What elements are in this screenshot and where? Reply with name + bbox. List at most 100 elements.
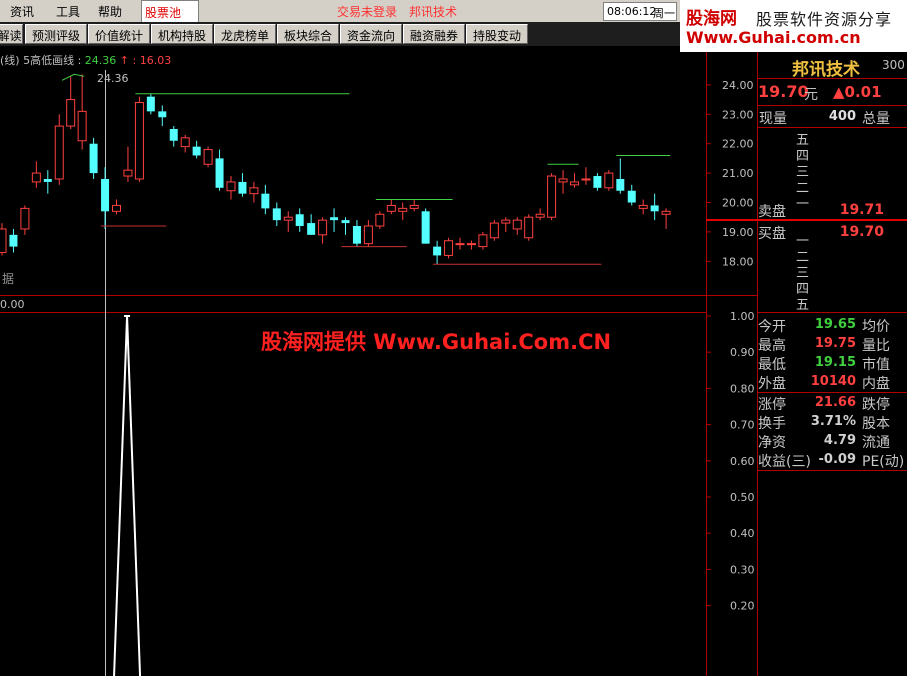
- stat-outer-value: 10140: [810, 374, 856, 389]
- candle-body-up: [455, 243, 465, 246]
- candle-body-down: [238, 181, 247, 194]
- stat-open-value: 19.65: [814, 317, 856, 332]
- candle-body-up: [409, 204, 419, 209]
- candle-body-down: [169, 129, 178, 141]
- candle-body-up: [203, 149, 213, 165]
- candle-body-down: [433, 246, 442, 256]
- stat-turnover-value: 3.71%: [810, 414, 856, 429]
- candle-body-down: [341, 220, 350, 224]
- stat-high-label: 最高: [758, 338, 786, 354]
- candle-body-down: [330, 217, 339, 221]
- candle-body-down: [421, 211, 430, 244]
- sub-y-ticks: 1.00 0.90 0.80 0.70 0.60 0.50 0.40 0.30 0.20: [706, 310, 755, 613]
- sep3: [758, 127, 907, 128]
- quote-panel: 邦讯技术 300 19.70 元 ▲0.01 现量 400 总量 五 四 三 二…: [706, 52, 907, 676]
- cur-vol-value: 400: [828, 109, 856, 124]
- sep6: [758, 470, 907, 471]
- candle-body-up: [466, 243, 476, 246]
- stat-netasset-label: 净资: [758, 435, 786, 451]
- stat-eps-value: -0.09: [818, 452, 856, 467]
- stat-eps-label: 收益(三): [758, 454, 811, 470]
- candle-body-down: [650, 205, 659, 212]
- y-tick-label: 20.00: [722, 197, 754, 210]
- candle-body-up: [66, 99, 76, 127]
- stat-low-value: 19.15: [814, 355, 856, 370]
- sub-tick-label: 0.40: [730, 527, 755, 540]
- candle-body-up: [249, 187, 259, 195]
- sub-tick-label: 0.50: [730, 491, 755, 504]
- bid-label: 买盘: [758, 226, 786, 242]
- candle-body-up: [363, 225, 373, 245]
- stat-low-label: 最低: [758, 357, 786, 373]
- candle-body-up: [134, 102, 144, 180]
- y-tick-label: 18.00: [722, 255, 754, 268]
- candle-body-down: [295, 214, 304, 227]
- stat-open-label: 今开: [758, 319, 786, 335]
- candle-body-up: [318, 219, 328, 236]
- indicator-group: [113, 315, 142, 676]
- ask-price: 19.71: [839, 202, 884, 218]
- price-unit: 元: [804, 87, 818, 103]
- stat-inner-label: 内盘: [862, 376, 890, 392]
- candle-body-up: [444, 240, 454, 256]
- candle-body-down: [146, 96, 155, 112]
- stat-limitup-value: 21.66: [814, 395, 856, 410]
- candle-body-down: [89, 143, 98, 174]
- indicator-spike: [113, 315, 142, 676]
- candle-body-up: [478, 234, 488, 248]
- peak-marker: [61, 73, 85, 81]
- candle-body-down: [627, 190, 636, 203]
- candle-body-down: [593, 176, 602, 188]
- candle-body-down: [192, 146, 201, 156]
- candle-body-up: [283, 216, 293, 221]
- stat-shares-label: 股本: [862, 416, 890, 432]
- sub-tick-label: 0.90: [730, 346, 755, 359]
- quote-code: 300: [882, 58, 905, 72]
- sep1: [758, 78, 907, 79]
- price-change: ▲0.01: [833, 83, 882, 101]
- main-y-ticks: 24.00 23.00 22.00 21.00 20.00 19.00 18.00: [706, 79, 754, 268]
- bid-price: 19.70: [839, 224, 884, 240]
- sub-tick-label: 0.60: [730, 455, 755, 468]
- candle-body-up: [661, 210, 671, 215]
- candle-body-down: [9, 234, 18, 247]
- peak-label: 24.36: [97, 72, 129, 85]
- ask1: 一: [796, 197, 810, 212]
- candle-body-down: [43, 178, 52, 182]
- candle-body-up: [77, 110, 87, 142]
- candle-body-up: [558, 178, 568, 183]
- candle-body-up: [535, 213, 545, 218]
- candle-body-up: [386, 204, 396, 212]
- sub-chart-title: 0.00: [0, 298, 25, 311]
- stat-netasset-value: 4.79: [823, 433, 856, 448]
- candle-body-down: [272, 208, 281, 221]
- candle-body-down: [352, 226, 361, 244]
- candle-body-down: [158, 111, 167, 118]
- y-tick-label: 19.00: [722, 226, 754, 239]
- y-tick-label: 22.00: [722, 138, 754, 151]
- sep2: [758, 105, 907, 106]
- candle-body-up: [501, 219, 511, 224]
- watermark: 股海网提供 Www.Guhai.Com.CN: [261, 330, 612, 354]
- y-tick-label: 24.00: [722, 79, 754, 92]
- bid5: 五: [796, 298, 810, 313]
- candle-body-down: [215, 158, 224, 188]
- candle-body-up: [0, 228, 7, 253]
- cur-vol-label: 现量: [759, 111, 787, 127]
- stat-pe-label: PE(动): [862, 454, 905, 470]
- candle-body-up: [570, 181, 579, 186]
- stat-limitdown-label: 跌停: [862, 397, 890, 413]
- last-price: 19.70: [758, 82, 809, 101]
- sep5: [758, 392, 907, 393]
- stat-high-value: 19.75: [814, 336, 856, 351]
- candle-body-up: [31, 172, 41, 183]
- y-tick-label: 23.00: [722, 108, 754, 121]
- sub-tick-label: 0.80: [730, 382, 755, 395]
- stat-avg-label: 均价: [862, 319, 890, 335]
- candle-body-up: [20, 207, 30, 230]
- ask-bid-sep: [706, 219, 907, 221]
- candle-body-up: [512, 219, 522, 230]
- stat-outer-label: 外盘: [758, 376, 786, 392]
- candle-body-down: [307, 223, 316, 235]
- y-tick-label: 21.00: [722, 167, 754, 180]
